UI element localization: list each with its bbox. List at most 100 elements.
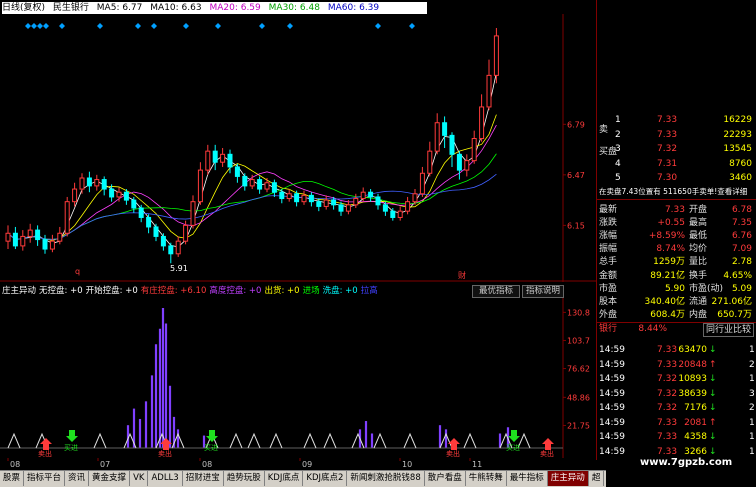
trade-row: 14:59 7.33 4358 ↓ 1 (599, 432, 755, 442)
candle-body (123, 191, 129, 201)
candle-body (464, 160, 470, 171)
signal-diamond (409, 23, 415, 29)
date-label: 08 (202, 460, 212, 469)
signal-diamond (25, 23, 31, 29)
tab-item[interactable]: KDJ底点2 (303, 471, 348, 486)
price-tick-label: 6.47 (567, 171, 585, 180)
tab-item[interactable]: 趋势玩股 (224, 471, 265, 486)
candle-body (146, 216, 152, 228)
signal-diamond (37, 23, 43, 29)
candle-body (79, 177, 85, 190)
tab-item[interactable]: 新闻刺激抢脱钱88 (347, 471, 425, 486)
compare-industry-button[interactable]: 同行业比较 (703, 323, 755, 337)
candle-body (109, 188, 115, 198)
tab-item[interactable]: 牛熊转舞 (466, 471, 507, 486)
candle-body (249, 179, 255, 187)
candle-body (368, 191, 374, 198)
tab-item[interactable]: ADLL3 (148, 471, 183, 486)
best-indicator-button[interactable]: 最优指标 (472, 285, 520, 298)
sell-label: 卖出 (540, 449, 554, 458)
candle-body (456, 153, 462, 171)
candle-body (153, 226, 159, 237)
candle-body (427, 150, 433, 174)
candle-body (390, 210, 396, 218)
tab-item[interactable]: 招财进宝 (183, 471, 224, 486)
indicator-legend-item: 开始控盘: +0 (85, 286, 138, 296)
candle-body (375, 196, 381, 206)
candle-body (286, 193, 292, 200)
candle-body (35, 229, 41, 241)
indicator-tick-label: 76.62 (567, 365, 590, 374)
ask-row: 3 7.32 13545 (615, 144, 752, 154)
triangle-marker (303, 432, 317, 449)
tab-item[interactable]: 散户看盘 (425, 471, 466, 486)
price-chart[interactable]: 6.15 6.47 6.79 q 财 5.91 (0, 14, 596, 282)
candle-body (160, 235, 166, 247)
indicator-chart[interactable]: 130.8 103.7 76.62 48.86 21.75 买进 买进 买进卖出 卖出 卖出 卖出 (0, 298, 596, 458)
indicator-help-button[interactable]: 指标说明 (522, 285, 564, 298)
candle-body (27, 229, 33, 237)
triangle-marker (351, 432, 365, 449)
candle-body (323, 199, 329, 207)
candle-body (20, 235, 26, 247)
signal-diamond (287, 23, 293, 29)
ma10-label: MA10: 6.63 (150, 3, 202, 13)
buy-label: 买进 (506, 444, 520, 452)
stat-row: 涨跌 +0.55 最高 7.35 (599, 218, 752, 229)
triangle-marker (93, 432, 107, 449)
low-price-label: 5.91 (170, 264, 188, 273)
tab-item[interactable]: 资讯 (65, 471, 90, 486)
candle-body (168, 245, 174, 255)
tab-item[interactable]: 股票 (0, 471, 25, 486)
tab-item[interactable]: KDJ底点 (265, 471, 304, 486)
tab-item[interactable]: 庄主异动 (547, 471, 589, 486)
candle-body (271, 182, 277, 193)
stock-name: 民生银行 (52, 3, 89, 13)
stat-row: 金额 89.21亿 换手 4.65% (599, 270, 752, 281)
candle-body (212, 150, 218, 163)
candle-body (412, 193, 418, 203)
stat-row: 市盈 5.90 市盈(动) 5.09 (599, 283, 752, 294)
candle-body (86, 177, 92, 187)
stat-row: 振幅 8.74% 均价 7.09 (599, 244, 752, 255)
tab-item[interactable]: 黄金支撑 (89, 471, 131, 486)
tab-item[interactable]: 超 (589, 471, 605, 486)
trade-row: 14:59 7.33 3266 ↓ 1 (599, 446, 755, 457)
candle-body (57, 232, 63, 242)
period-label[interactable]: 日线(复权) (2, 3, 45, 13)
candle-body (101, 179, 107, 190)
triangle-marker (229, 432, 243, 449)
price-tick-label: 6.15 (567, 221, 585, 230)
watermark: www.7gpzb.com (640, 457, 733, 468)
sell-label: 卖出 (38, 449, 52, 458)
date-label: 11 (472, 460, 482, 469)
triangle-marker (247, 432, 261, 449)
tab-item[interactable]: 最牛指标 (507, 471, 548, 486)
candle-body (301, 194, 307, 203)
candle-body (131, 199, 137, 209)
candle-body (94, 179, 100, 187)
candle-body (234, 166, 240, 177)
stat-row: 外盘 608.4万 内盘 650.7万 (599, 309, 752, 320)
tab-item[interactable]: VK (130, 471, 149, 486)
stat-row: 总手 1259万 量比 2.78 (599, 257, 752, 268)
signal-diamond (151, 23, 157, 29)
ask-row: 1 7.33 16229 (615, 115, 752, 125)
indicator-legend-item: 进场 (302, 286, 320, 296)
signal-diamond (183, 23, 189, 29)
signal-diamond (375, 23, 381, 29)
indicator-legend-item: 庄主异动 (2, 286, 37, 296)
buy-arrow (508, 430, 520, 442)
ma20-label: MA20: 6.59 (209, 3, 261, 13)
indicator-legend-item: 有庄控盘: +6.10 (140, 286, 207, 296)
candle-body (471, 138, 477, 162)
candle-body (197, 169, 203, 203)
triangle-marker (403, 432, 417, 449)
sell-label: 卖出 (158, 449, 172, 458)
trade-row: 14:59 7.33 63470 ↓ 1 (599, 345, 755, 355)
buy-arrow (66, 430, 78, 442)
candle-body (138, 207, 144, 218)
tab-item[interactable]: 指标平台 (24, 471, 66, 486)
candle-body (419, 172, 425, 195)
trade-row: 14:59 7.32 10893 ↓ 1 (599, 374, 755, 384)
